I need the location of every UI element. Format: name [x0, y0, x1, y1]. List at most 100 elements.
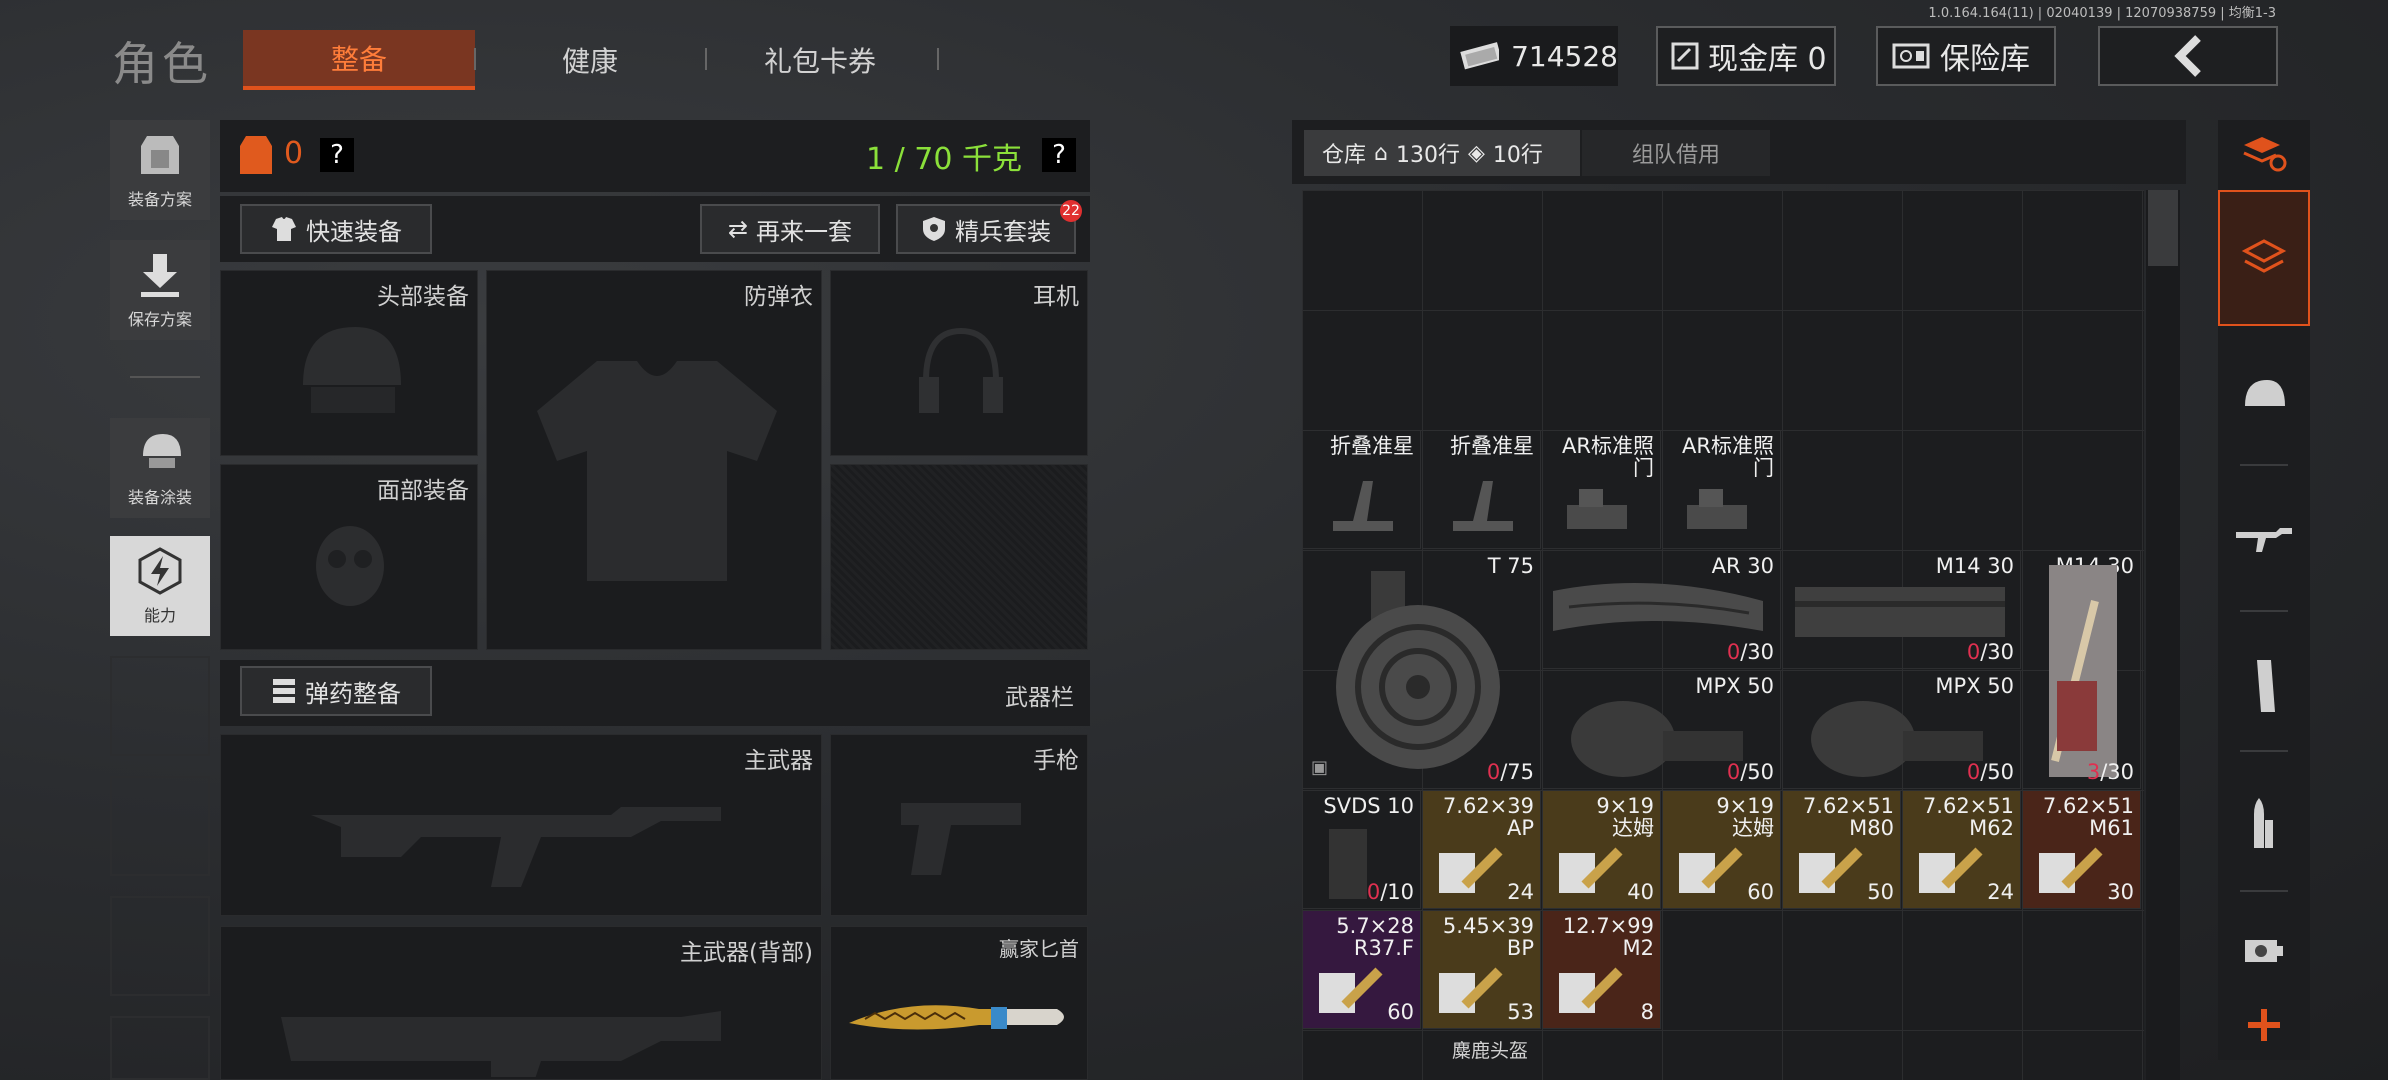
locked-slot [830, 464, 1088, 650]
primary-weapon-slot[interactable]: 主武器 [220, 734, 822, 916]
magazine-item[interactable]: AR 30 0/30 [1542, 550, 1781, 669]
box-icon: ▣ [1311, 757, 1329, 778]
paint-helmet-icon [143, 434, 181, 468]
category-all-button[interactable] [2218, 190, 2310, 326]
sight-item[interactable]: 折叠准星 [1422, 430, 1541, 549]
armor-count-icon [240, 136, 272, 174]
cash-vault-button[interactable]: 现金库 0 [1656, 26, 1836, 86]
tag-icon: ◈ [1467, 140, 1485, 166]
warehouse-tab[interactable]: 仓库 ⌂ 130行 ◈ 10行 [1304, 130, 1580, 176]
item-count: 60 [1747, 880, 1774, 904]
ammo-item[interactable]: 9×19 达姆 60 [1662, 790, 1781, 909]
next-row-item-name[interactable]: 麋鹿头盔 [1452, 1036, 1528, 1063]
add-category-button[interactable] [2218, 990, 2310, 1060]
ammo-item[interactable]: 12.7×99 M2 8 [1542, 910, 1661, 1029]
item-name: 7.62×51 M61 [2042, 794, 2134, 840]
primary-back-slot[interactable]: 主武器(背部) [220, 926, 822, 1080]
sidebar-divider [2240, 464, 2288, 466]
ammo-loaded: 0 [1726, 760, 1741, 784]
weight-help-button[interactable]: ? [1042, 138, 1076, 172]
ammo-capacity: /75 [1500, 760, 1534, 784]
equipment-paint-button[interactable]: 装备涂装 [110, 418, 210, 518]
again-label: 再来一套 [756, 217, 853, 246]
back-button[interactable] [2098, 26, 2278, 86]
helmet-icon [303, 327, 401, 413]
tab-health[interactable]: 健康 [500, 30, 680, 90]
tab-divider [937, 48, 939, 70]
drum-magazine-item[interactable]: T 75 ▣ 0/75 [1302, 550, 1541, 789]
magazine-item[interactable]: MPX 50 0/50 [1782, 670, 2021, 789]
team-borrow-tab[interactable]: 组队借用 [1582, 130, 1770, 176]
weapon-bar-label: 武器栏 [1005, 685, 1074, 711]
again-button[interactable]: ⇄ 再来一套 [700, 204, 880, 254]
knife-label: 赢家匕首 [999, 937, 1079, 961]
category-weapon-button[interactable] [2218, 496, 2310, 576]
rifle-icon [311, 807, 721, 887]
ammo-box-icon [1799, 847, 1863, 893]
magazine-item[interactable]: SVDS 10 0/10 [1302, 790, 1421, 909]
warehouse-scrollbar[interactable] [2146, 190, 2180, 1080]
ammo-item[interactable]: 7.62×51 M62 24 [1902, 790, 2021, 909]
drum-magazine-icon [1336, 571, 1500, 769]
equipment-plan-label: 装备方案 [127, 190, 192, 209]
ammo-item[interactable]: 7.62×51 M80 50 [1782, 790, 1901, 909]
category-attachment-button[interactable] [2218, 910, 2310, 990]
head-slot[interactable]: 头部装备 [220, 270, 478, 456]
ammo-box-icon [1559, 847, 1623, 893]
sight-item[interactable]: 折叠准星 [1302, 430, 1421, 549]
headset-icon [919, 327, 1003, 413]
magazine-skin-item[interactable]: M14 30 3/30 [2022, 550, 2141, 789]
ammo-item[interactable]: 5.45×39 BP 53 [1422, 910, 1541, 1029]
sort-refresh-icon [2243, 137, 2287, 172]
ammo-item[interactable]: 9×19 达姆 40 [1542, 790, 1661, 909]
item-name: SVDS 10 [1323, 794, 1414, 818]
cash-vault-label: 现金库 0 [1708, 42, 1827, 77]
category-sidebar [2218, 120, 2310, 1060]
item-count: 24 [1507, 880, 1534, 904]
save-plan-button[interactable]: 保存方案 [110, 240, 210, 340]
money-value: 714528 [1511, 39, 1618, 73]
knife-slot[interactable]: 赢家匕首 [830, 926, 1088, 1080]
ammo-item[interactable]: 5.7×28 R37.F 60 [1302, 910, 1421, 1029]
magazine-item[interactable]: MPX 50 0/50 [1542, 670, 1781, 789]
magazine-icon [1795, 587, 2005, 637]
sight-item[interactable]: AR标准照门 [1662, 430, 1781, 549]
category-helmet-button[interactable] [2218, 356, 2310, 436]
vest-slot[interactable]: 防弹衣 [486, 270, 822, 650]
item-name: 7.62×39 AP [1442, 794, 1534, 840]
item-name: 9×19 达姆 [1716, 794, 1774, 840]
ability-button[interactable]: 能力 [110, 536, 210, 636]
quick-equip-button[interactable]: 快速装备 [240, 204, 432, 254]
ammo-equip-button[interactable]: 弹药整备 [240, 666, 432, 716]
category-ammo-button[interactable] [2218, 774, 2310, 874]
ammo-loaded: 0 [1966, 640, 1981, 664]
tab-gift[interactable]: 礼包卡券 [730, 30, 910, 90]
headset-slot[interactable]: 耳机 [830, 270, 1088, 456]
add-icon [2248, 1009, 2280, 1041]
drum-magazine-icon [1571, 701, 1743, 777]
sidebar-divider [2240, 890, 2288, 892]
ammo-loaded: 0 [1366, 880, 1381, 904]
empty-slot [110, 1016, 210, 1080]
category-magazine-button[interactable] [2218, 636, 2310, 736]
safe-button[interactable]: 保险库 [1876, 26, 2056, 86]
item-count: 53 [1507, 1000, 1534, 1024]
item-name: AR标准照门 [1682, 434, 1774, 480]
scrollbar-thumb[interactable] [2148, 190, 2178, 266]
magazine-item[interactable]: M14 30 0/30 [1782, 550, 2021, 669]
tab-equip[interactable]: 整备 [243, 30, 475, 90]
ammo-item[interactable]: 7.62×39 AP 24 [1422, 790, 1541, 909]
sort-refresh-button[interactable] [2218, 120, 2310, 186]
equip-status-bar: 0 ? 1 / 70 千克 ? [220, 120, 1090, 192]
refresh-icon: ⇄ [727, 215, 749, 243]
armor-help-button[interactable]: ? [320, 138, 354, 172]
equipment-plan-button[interactable]: 装备方案 [110, 120, 210, 220]
face-slot[interactable]: 面部装备 [220, 464, 478, 650]
sight-item[interactable]: AR标准照门 [1542, 430, 1661, 549]
elite-kit-button[interactable]: 精兵套装 [896, 204, 1076, 254]
ammo-item[interactable]: 7.62×51 M61 30 [2022, 790, 2141, 909]
save-plan-label: 保存方案 [127, 310, 192, 329]
pistol-slot[interactable]: 手枪 [830, 734, 1088, 916]
magazine-icon [1329, 829, 1367, 899]
shirt-icon [272, 217, 296, 241]
